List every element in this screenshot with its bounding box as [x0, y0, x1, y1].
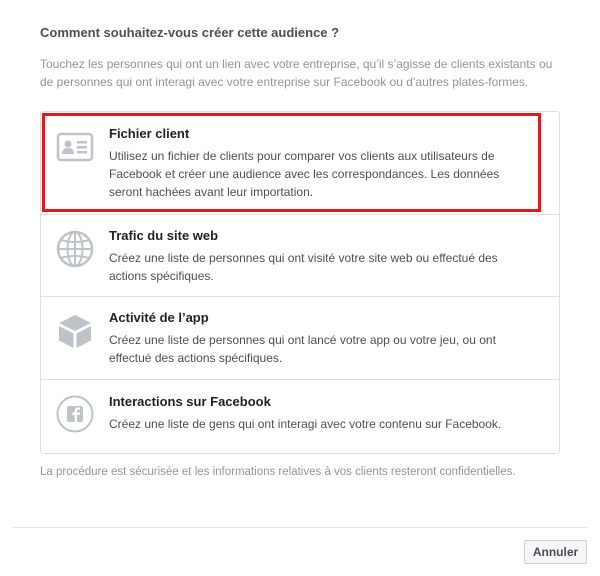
globe-icon: [55, 229, 95, 269]
option-website-traffic[interactable]: Trafic du site web Créez une liste de pe…: [41, 214, 559, 296]
contact-card-icon: [55, 128, 95, 168]
option-customer-file[interactable]: Fichier client Utilisez un fichier de cl…: [41, 112, 559, 214]
audience-options-list: Fichier client Utilisez un fichier de cl…: [40, 111, 560, 454]
option-description: Créez une liste de personnes qui ont vis…: [109, 251, 498, 283]
create-audience-dialog: Comment souhaitez-vous créer cette audie…: [0, 0, 600, 576]
facebook-icon: [55, 394, 95, 434]
option-app-activity[interactable]: Activité de l’app Créez une liste de per…: [41, 296, 559, 379]
cube-icon: [55, 311, 95, 351]
dialog-heading: Comment souhaitez-vous créer cette audie…: [40, 25, 340, 40]
privacy-note: La procédure est sécurisée et les inform…: [40, 466, 516, 478]
option-description: Créez une liste de gens qui ont interagi…: [109, 417, 502, 431]
dialog-intro: Touchez les personnes qui ont un lien av…: [40, 57, 553, 89]
option-title: Fichier client: [109, 126, 190, 141]
option-facebook-engagement[interactable]: Interactions sur Facebook Créez une list…: [41, 379, 559, 453]
option-title: Activité de l’app: [109, 310, 209, 325]
option-description: Utilisez un fichier de clients pour comp…: [109, 149, 500, 199]
option-description: Créez une liste de personnes qui ont lan…: [109, 333, 496, 365]
option-title: Trafic du site web: [109, 228, 219, 243]
footer-divider: [12, 527, 588, 528]
cancel-button[interactable]: Annuler: [524, 540, 587, 564]
option-title: Interactions sur Facebook: [109, 394, 271, 409]
